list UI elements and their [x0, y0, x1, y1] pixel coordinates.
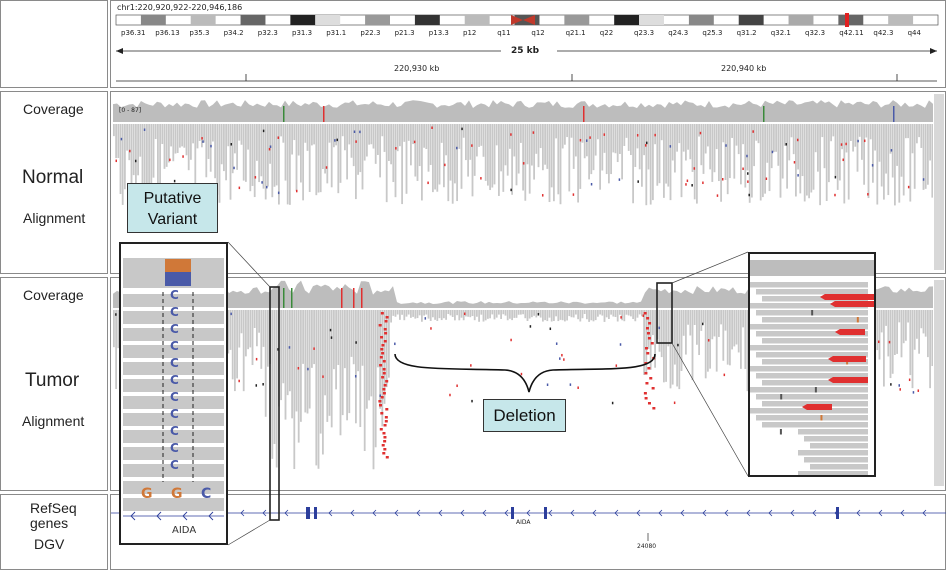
normal-coverage-label: Coverage — [23, 101, 84, 117]
band-label: p35.3 — [189, 29, 210, 37]
band-label: q42.11 — [839, 29, 864, 37]
band-label: p13.3 — [428, 29, 449, 37]
tumor-coverage-label: Coverage — [23, 287, 84, 303]
tumor-name-panel: Coverage Tumor Alignment — [0, 277, 108, 491]
band-label: p32.3 — [257, 29, 278, 37]
normal-coverage-range: [0 - 87] — [119, 107, 142, 114]
band-label: p12 — [463, 29, 477, 37]
band-label: p31.1 — [326, 29, 347, 37]
dgv-id: 24080 — [637, 543, 657, 550]
band-label: q25.3 — [702, 29, 723, 37]
gene-name: AIDA — [516, 519, 531, 526]
ruler-panel: chr1:220,920,922-220,946,186 p36.31 p36.1… — [110, 0, 946, 88]
callout-line: Variant — [147, 211, 198, 228]
zoom-base: C — [170, 458, 179, 472]
header-name-panel — [0, 0, 108, 88]
zoom-base: C — [170, 339, 179, 353]
zoom-base: C — [170, 424, 179, 438]
band-label: p36.13 — [155, 29, 180, 37]
band-label: p34.2 — [223, 29, 244, 37]
zoom-base: C — [170, 356, 179, 370]
putative-variant-callout: Putative Variant — [127, 183, 218, 233]
band-label: p36.31 — [121, 29, 146, 37]
band-label: q21.1 — [565, 29, 586, 37]
normal-name-panel: Coverage Normal Alignment — [0, 91, 108, 274]
band-label: q11 — [497, 29, 511, 37]
zoom-base: C — [170, 373, 179, 387]
deletion-zoom-box — [748, 252, 876, 477]
tumor-subtitle: Alignment — [22, 413, 85, 429]
reference-base: G — [171, 486, 183, 502]
zoom-base: C — [170, 322, 179, 336]
dgv-track[interactable] — [111, 531, 946, 551]
normal-coverage-track[interactable] — [113, 94, 933, 124]
normal-title: Normal — [22, 167, 84, 188]
ruler-tick-label: 220,940 kb — [721, 64, 767, 73]
zoom-gene-name: AIDA — [172, 525, 197, 536]
band-label: q23.3 — [634, 29, 655, 37]
ruler-tick-label: 220,930 kb — [394, 64, 440, 73]
band-label: q24.3 — [668, 29, 689, 37]
band-label: q32.1 — [770, 29, 791, 37]
band-label: p31.3 — [292, 29, 313, 37]
band-label: p21.3 — [394, 29, 415, 37]
refseq-label: RefSeq — [30, 500, 77, 516]
band-label: q22 — [599, 29, 614, 37]
normal-alignment-track[interactable] — [113, 122, 933, 272]
refseq-label-2: genes — [30, 515, 69, 531]
band-label: q42.3 — [873, 29, 894, 37]
ruler-span-label: 25 kb — [511, 46, 540, 56]
band-label: q44 — [907, 29, 921, 37]
tracks-name-panel: RefSeq genes DGV — [0, 494, 108, 570]
reference-base: G — [141, 486, 153, 502]
zoom-base: C — [170, 390, 179, 404]
dgv-label: DGV — [34, 536, 65, 552]
band-label: p22.3 — [360, 29, 381, 37]
band-label: q31.2 — [736, 29, 757, 37]
reference-base: C — [201, 486, 212, 502]
normal-subtitle: Alignment — [23, 210, 86, 226]
callout-line: Deletion — [493, 406, 556, 425]
tracks-data-panel[interactable]: AIDA 24080 — [110, 494, 946, 570]
band-label: q12 — [531, 29, 545, 37]
deletion-callout: Deletion — [483, 399, 566, 432]
locus-text: chr1:220,920,922-220,946,186 — [117, 3, 243, 12]
callout-line: Putative — [143, 190, 202, 207]
zoom-base: C — [170, 305, 179, 319]
zoom-base: C — [170, 441, 179, 455]
tumor-title: Tumor — [25, 370, 80, 391]
scrollbar[interactable] — [934, 94, 944, 270]
band-label: q32.3 — [805, 29, 826, 37]
zoom-base: C — [170, 407, 179, 421]
zoom-base: C — [170, 288, 179, 302]
normal-data-panel[interactable]: [0 - 87] — [110, 91, 946, 274]
scrollbar[interactable] — [934, 280, 944, 486]
